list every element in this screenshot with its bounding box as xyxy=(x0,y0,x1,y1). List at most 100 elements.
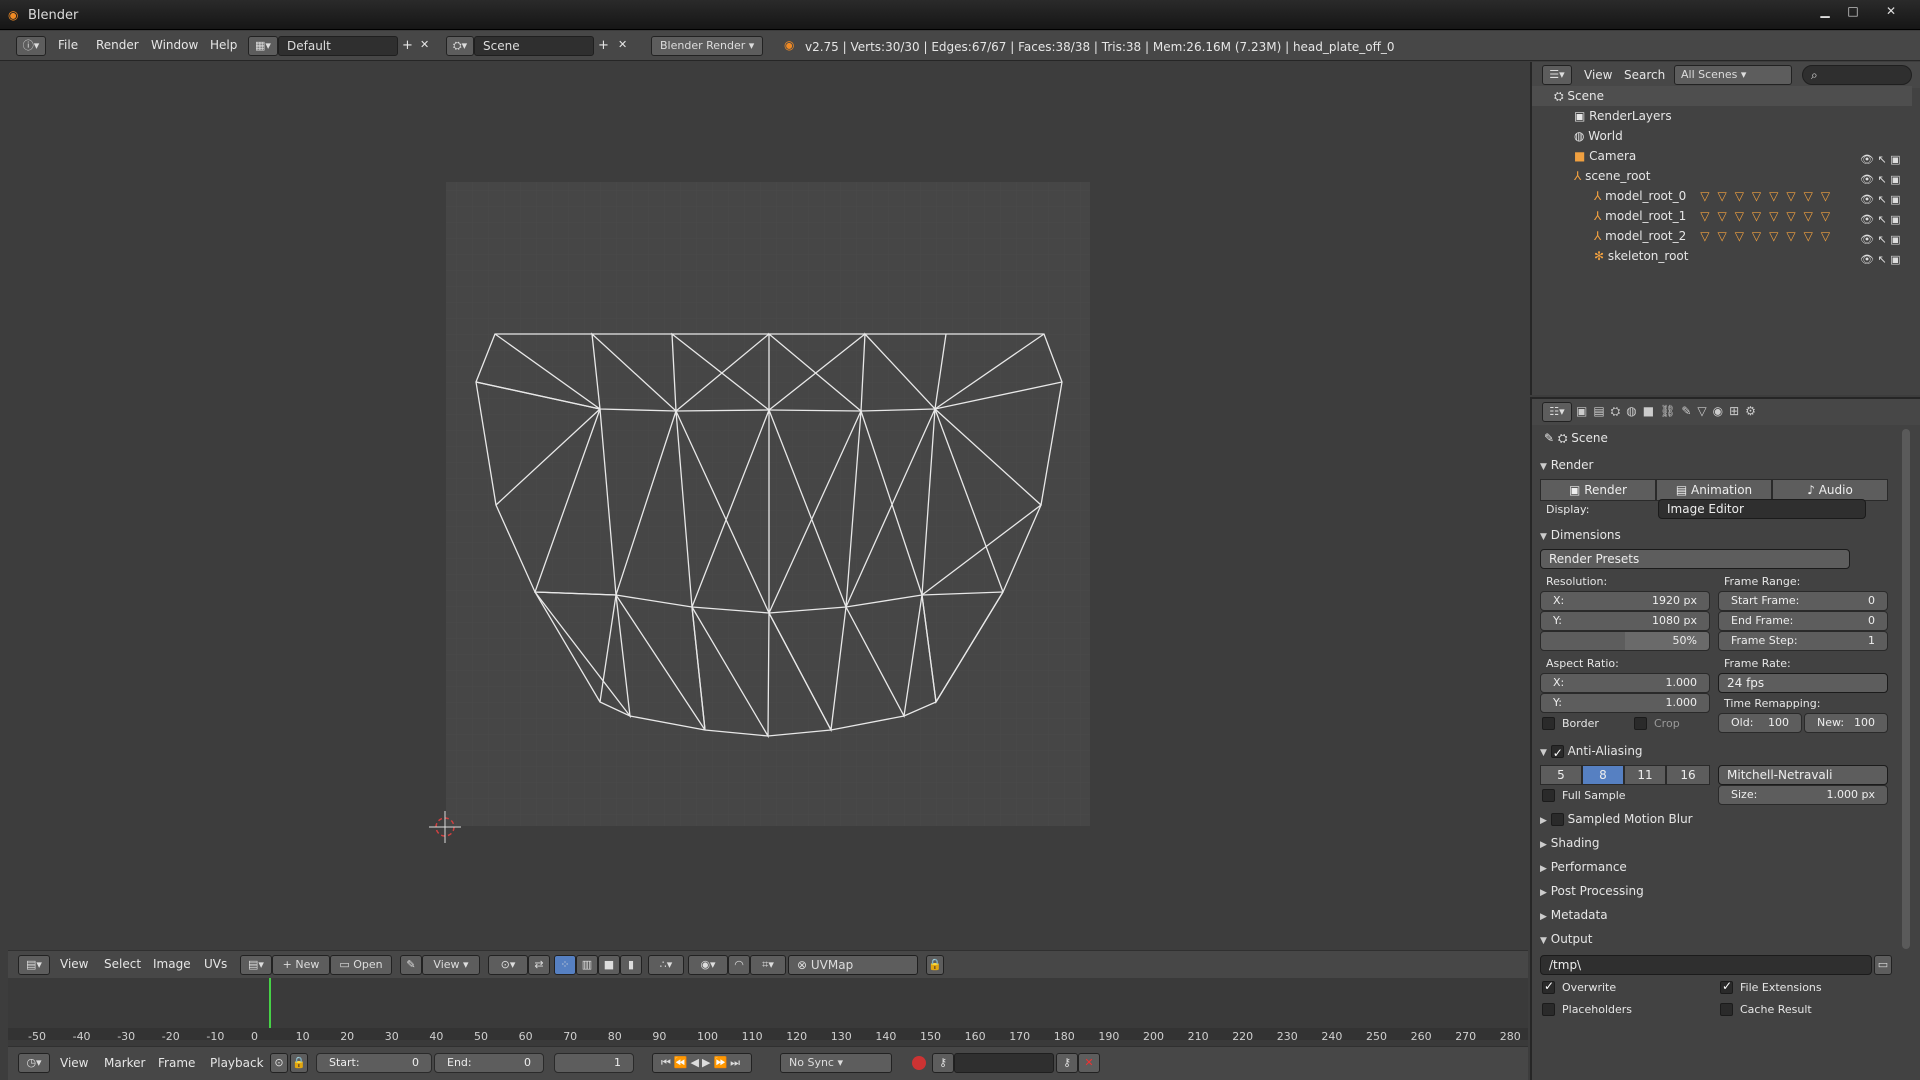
anti-aliasing-checkbox[interactable] xyxy=(1550,743,1564,763)
panel-dimensions[interactable]: ▼ Dimensions xyxy=(1540,525,1914,545)
crop-checkbox[interactable] xyxy=(1634,717,1647,730)
start-frame-field[interactable]: Start Frame: 0 xyxy=(1718,591,1888,611)
playback-controls[interactable]: ⏮⏪◀▶⏩⏭ xyxy=(652,1053,752,1073)
record-icon[interactable] xyxy=(912,1056,926,1070)
uv-image-editor[interactable] xyxy=(8,62,1528,950)
panel-shading[interactable]: ▶ Shading xyxy=(1540,833,1914,853)
add-layout-icon[interactable]: + xyxy=(402,38,413,53)
full-sample-checkbox[interactable] xyxy=(1542,789,1555,802)
image-browse-icon[interactable]: ▤▾ xyxy=(240,955,272,975)
current-frame-field[interactable]: 1 xyxy=(554,1053,634,1073)
outliner-item-model-root-0[interactable]: ⅄ model_root_0 ▽▽▽▽▽▽▽▽ xyxy=(1532,186,1912,206)
island-select-icon[interactable]: ▮ xyxy=(620,955,642,975)
frame-rate-select[interactable]: 24 fps xyxy=(1718,673,1888,693)
aa-filter-select[interactable]: Mitchell-Netravali xyxy=(1718,765,1888,785)
outliner-item-scene[interactable]: ⛭ Scene xyxy=(1532,86,1912,106)
outliner-item-camera[interactable]: ■ Camera xyxy=(1532,146,1912,166)
editor-type-timeline-icon[interactable]: ◷▾ xyxy=(18,1053,50,1073)
pivot-icon[interactable]: ⊙▾ xyxy=(488,955,528,975)
panel-post-processing[interactable]: ▶ Post Processing xyxy=(1540,881,1914,901)
file-browser-icon[interactable]: ▭ xyxy=(1874,955,1892,975)
remove-scene-icon[interactable]: ✕ xyxy=(618,38,627,51)
uvmap-field[interactable]: ⊗ UVMap xyxy=(788,955,918,975)
menu-frame[interactable]: Frame xyxy=(158,1056,195,1070)
aspect-y-field[interactable]: Y: 1.000 xyxy=(1540,693,1710,713)
frame-step-field[interactable]: Frame Step: 1 xyxy=(1718,631,1888,651)
menu-select[interactable]: Select xyxy=(104,957,141,971)
snap-icon[interactable]: ⌗▾ xyxy=(750,955,786,975)
insert-keyframe-icon[interactable]: ⚷ xyxy=(1056,1053,1078,1073)
display-select[interactable]: Image Editor xyxy=(1658,499,1866,519)
outliner-item-model-root-1[interactable]: ⅄ model_root_1 ▽▽▽▽▽▽▽▽ xyxy=(1532,206,1912,226)
menu-render[interactable]: Render xyxy=(96,38,139,52)
scene-icon[interactable]: ⛭▾ xyxy=(446,36,474,56)
placeholders-checkbox[interactable] xyxy=(1542,1003,1555,1016)
cache-result-checkbox[interactable] xyxy=(1720,1003,1733,1016)
aa-samples-8[interactable]: 8 xyxy=(1582,765,1624,785)
vertex-select-icon[interactable]: ⁘ xyxy=(554,955,576,975)
delete-keyframe-icon[interactable]: ✕ xyxy=(1078,1053,1100,1073)
start-frame-field[interactable]: Start: 0 xyxy=(316,1053,432,1073)
maximize-icon[interactable]: □ xyxy=(1840,3,1866,19)
resolution-x-field[interactable]: X: 1920 px xyxy=(1540,591,1710,611)
menu-playback[interactable]: Playback xyxy=(210,1056,264,1070)
time-remap-old-field[interactable]: Old: 100 xyxy=(1718,713,1802,733)
menu-search[interactable]: Search xyxy=(1624,68,1665,82)
properties-scrollbar[interactable] xyxy=(1902,429,1910,949)
resolution-y-field[interactable]: Y: 1080 px xyxy=(1540,611,1710,631)
panel-performance[interactable]: ▶ Performance xyxy=(1540,857,1914,877)
panel-anti-aliasing[interactable]: ▼ Anti-Aliasing xyxy=(1540,741,1914,763)
outliner-search-input[interactable]: ⌕ xyxy=(1802,65,1912,85)
panel-render[interactable]: ▼ Render xyxy=(1540,455,1914,475)
proportional-falloff-icon[interactable]: ◠ xyxy=(728,955,750,975)
editor-type-image-icon[interactable]: ▤▾ xyxy=(18,955,50,975)
layout-field[interactable]: Default xyxy=(278,36,398,56)
animation-button[interactable]: ▤ Animation xyxy=(1656,479,1772,501)
panel-sampled-motion-blur[interactable]: ▶ Sampled Motion Blur xyxy=(1540,809,1914,829)
sync-selection-icon[interactable]: ⇄ xyxy=(528,955,550,975)
menu-view[interactable]: View xyxy=(1584,68,1612,82)
keying-set-icon[interactable]: ⚷ xyxy=(932,1053,954,1073)
aa-samples-16[interactable]: 16 xyxy=(1666,765,1710,785)
menu-uvs[interactable]: UVs xyxy=(204,957,227,971)
minimize-icon[interactable]: ▁ xyxy=(1812,3,1838,19)
editor-type-info-icon[interactable]: ⓘ▾ xyxy=(16,36,46,56)
end-frame-field[interactable]: End Frame: 0 xyxy=(1718,611,1888,631)
properties-context-tabs[interactable]: ▣▤⛭◍■⛓✎▽◉⊞⚙ xyxy=(1576,404,1762,419)
sticky-mode-icon[interactable]: ∴▾ xyxy=(648,955,684,975)
overwrite-checkbox[interactable] xyxy=(1542,979,1555,994)
render-presets-select[interactable]: Render Presets xyxy=(1540,549,1850,569)
audio-button[interactable]: ♪ Audio xyxy=(1772,479,1888,501)
close-icon[interactable]: ✕ xyxy=(1878,3,1904,19)
menu-view[interactable]: View xyxy=(60,957,88,971)
outliner-item-model-root-2[interactable]: ⅄ model_root_2 ▽▽▽▽▽▽▽▽ xyxy=(1532,226,1912,246)
end-frame-field[interactable]: End: 0 xyxy=(434,1053,544,1073)
border-checkbox[interactable] xyxy=(1542,717,1555,730)
outliner-item-world[interactable]: ◍ World xyxy=(1532,126,1912,146)
layout-icon[interactable]: ▦▾ xyxy=(248,36,278,56)
remove-layout-icon[interactable]: ✕ xyxy=(420,38,429,51)
menu-window[interactable]: Window xyxy=(151,38,198,52)
panel-metadata[interactable]: ▶ Metadata xyxy=(1540,905,1914,925)
render-engine-select[interactable]: Blender Render ▾ xyxy=(651,36,763,56)
time-remap-new-field[interactable]: New: 100 xyxy=(1804,713,1888,733)
menu-view[interactable]: View xyxy=(60,1056,88,1070)
editor-type-outliner-icon[interactable]: ☰▾ xyxy=(1542,65,1572,85)
menu-image[interactable]: Image xyxy=(153,957,191,971)
keyframe-icon[interactable]: ⊙ xyxy=(270,1053,288,1073)
open-image-button[interactable]: ▭ Open xyxy=(330,955,392,975)
add-scene-icon[interactable]: + xyxy=(598,38,609,53)
aa-samples-11[interactable]: 11 xyxy=(1624,765,1666,785)
new-image-button[interactable]: + New xyxy=(272,955,330,975)
menu-file[interactable]: File xyxy=(58,38,78,52)
resolution-percentage-slider[interactable]: 50% xyxy=(1540,631,1710,651)
outliner-item-scene-root[interactable]: ⅄ scene_root xyxy=(1532,166,1912,186)
lock-icon[interactable]: 🔒 xyxy=(290,1053,308,1073)
aa-size-field[interactable]: Size: 1.000 px xyxy=(1718,785,1888,805)
aspect-x-field[interactable]: X: 1.000 xyxy=(1540,673,1710,693)
scene-field[interactable]: Scene xyxy=(474,36,594,56)
edge-select-icon[interactable]: ▥ xyxy=(576,955,598,975)
face-select-icon[interactable]: ■ xyxy=(598,955,620,975)
proportional-edit-icon[interactable]: ◉▾ xyxy=(688,955,728,975)
keying-set-field[interactable] xyxy=(954,1053,1054,1073)
